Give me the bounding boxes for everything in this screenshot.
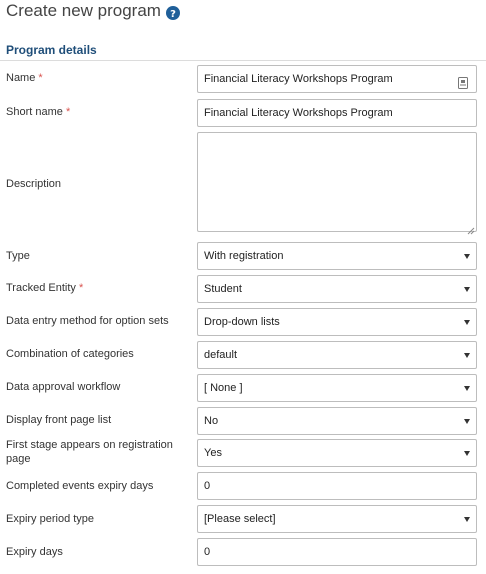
translate-icon[interactable] (458, 73, 468, 89)
expiry-days-input[interactable]: 0 (197, 538, 477, 566)
type-select[interactable]: With registration (197, 242, 477, 270)
short-name-label: Short name * (6, 105, 191, 119)
expiry-period-type-label: Expiry period type (6, 513, 95, 525)
completed-events-expiry-days-input[interactable]: 0 (197, 472, 477, 500)
name-label: Name * (6, 71, 191, 85)
data-approval-workflow-label: Data approval workflow (6, 381, 121, 393)
combination-of-categories-select-value: default (204, 349, 238, 361)
name-label-text: Name (6, 72, 36, 84)
data-entry-method-label: Data entry method for option sets (6, 315, 169, 327)
first-stage-registration-select[interactable]: Yes (197, 439, 477, 467)
type-select-value: With registration (204, 250, 284, 262)
required-mark: * (38, 72, 43, 84)
caret-down-icon (464, 353, 470, 358)
data-approval-workflow-select-value: [ None ] (204, 382, 243, 394)
section-divider (0, 60, 486, 61)
short-name-input-value: Financial Literacy Workshops Program (204, 107, 393, 119)
name-input[interactable]: Financial Literacy Workshops Program (197, 65, 477, 93)
short-name-label-text: Short name (6, 106, 63, 118)
short-name-input[interactable]: Financial Literacy Workshops Program (197, 99, 477, 127)
page-title-text: Create new program (6, 1, 161, 20)
data-entry-method-select[interactable]: Drop-down lists (197, 308, 477, 336)
type-label: Type (6, 250, 30, 262)
description-label: Description (6, 178, 62, 190)
display-front-page-list-select[interactable]: No (197, 407, 477, 435)
display-front-page-list-label: Display front page list (6, 414, 112, 426)
expiry-period-type-select-value: [Please select] (204, 513, 276, 525)
caret-down-icon (464, 254, 470, 259)
page-title: Create new program ? (6, 0, 180, 22)
completed-events-expiry-days-label: Completed events expiry days (6, 480, 154, 492)
first-stage-registration-label: First stage appears on registration page (6, 439, 173, 465)
tracked-entity-select-value: Student (204, 283, 242, 295)
caret-down-icon (464, 517, 470, 522)
description-textarea[interactable] (197, 132, 477, 235)
tracked-entity-select[interactable]: Student (197, 275, 477, 303)
svg-text:?: ? (170, 9, 176, 20)
combination-of-categories-select[interactable]: default (197, 341, 477, 369)
first-stage-registration-select-value: Yes (204, 447, 222, 459)
caret-down-icon (464, 287, 470, 292)
resize-handle-icon[interactable] (467, 222, 475, 235)
data-approval-workflow-select[interactable]: [ None ] (197, 374, 477, 402)
caret-down-icon (464, 419, 470, 424)
tracked-entity-label-text: Tracked Entity (6, 282, 76, 294)
expiry-period-type-select[interactable]: [Please select] (197, 505, 477, 533)
combination-of-categories-label: Combination of categories (6, 348, 134, 360)
tracked-entity-label: Tracked Entity * (6, 281, 191, 295)
caret-down-icon (464, 320, 470, 325)
expiry-days-label: Expiry days (6, 546, 63, 558)
expiry-days-value: 0 (204, 546, 211, 558)
caret-down-icon (464, 386, 470, 391)
required-mark: * (65, 106, 71, 118)
question-circle-icon[interactable]: ? (165, 4, 180, 20)
display-front-page-list-select-value: No (204, 415, 219, 427)
completed-events-expiry-days-value: 0 (204, 480, 211, 492)
required-mark: * (78, 282, 84, 294)
caret-down-icon (464, 451, 470, 456)
section-title: Program details (6, 43, 97, 57)
data-entry-method-select-value: Drop-down lists (204, 316, 280, 328)
name-input-value: Financial Literacy Workshops Program (204, 73, 393, 85)
